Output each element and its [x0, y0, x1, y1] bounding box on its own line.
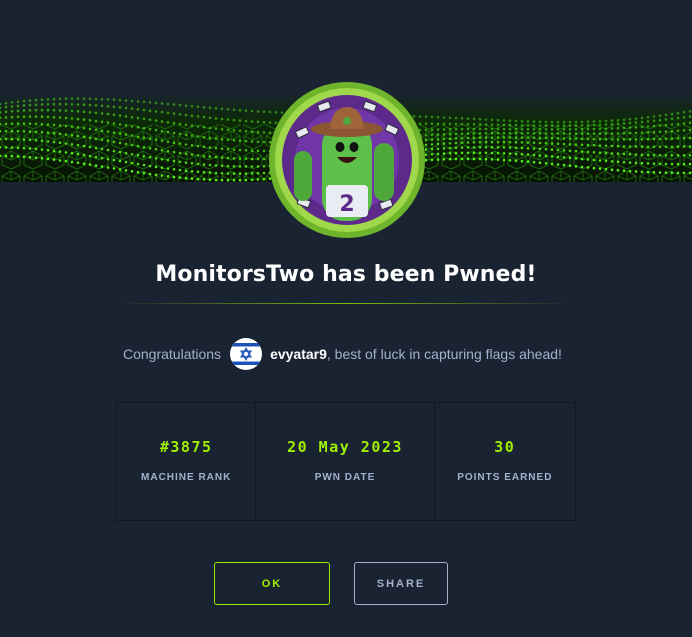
stat-value: #3875 [159, 438, 213, 456]
congrats-suffix: , best of luck in capturing flags ahead! [326, 346, 562, 362]
stat-value: 30 [494, 438, 516, 456]
congrats-message: Congratulations evyatar9 , best of luck … [123, 337, 562, 371]
title-divider [118, 303, 574, 304]
share-button[interactable]: SHARE [354, 562, 448, 605]
stat-points-earned: 30 POINTS EARNED [433, 403, 575, 520]
username-link[interactable]: evyatar9 [270, 346, 327, 362]
page-top [0, 0, 692, 90]
ok-button[interactable]: OK [214, 562, 330, 605]
stat-value: 20 May 2023 [287, 438, 403, 456]
machine-avatar: 2 [268, 81, 426, 239]
congrats-prefix: Congratulations [123, 346, 222, 362]
stat-label: MACHINE RANK [141, 472, 232, 483]
stat-label: PWN DATE [314, 472, 376, 483]
stats-panel: #3875 MACHINE RANK 20 May 2023 PWN DATE … [116, 402, 576, 521]
stat-machine-rank: #3875 MACHINE RANK [117, 403, 255, 520]
stat-pwn-date: 20 May 2023 PWN DATE [255, 403, 433, 520]
stat-label: POINTS EARNED [457, 472, 553, 483]
page-title: MonitorsTwo has been Pwned! [155, 262, 537, 287]
israel-flag-icon [230, 338, 263, 370]
svg-text:2: 2 [339, 192, 354, 217]
